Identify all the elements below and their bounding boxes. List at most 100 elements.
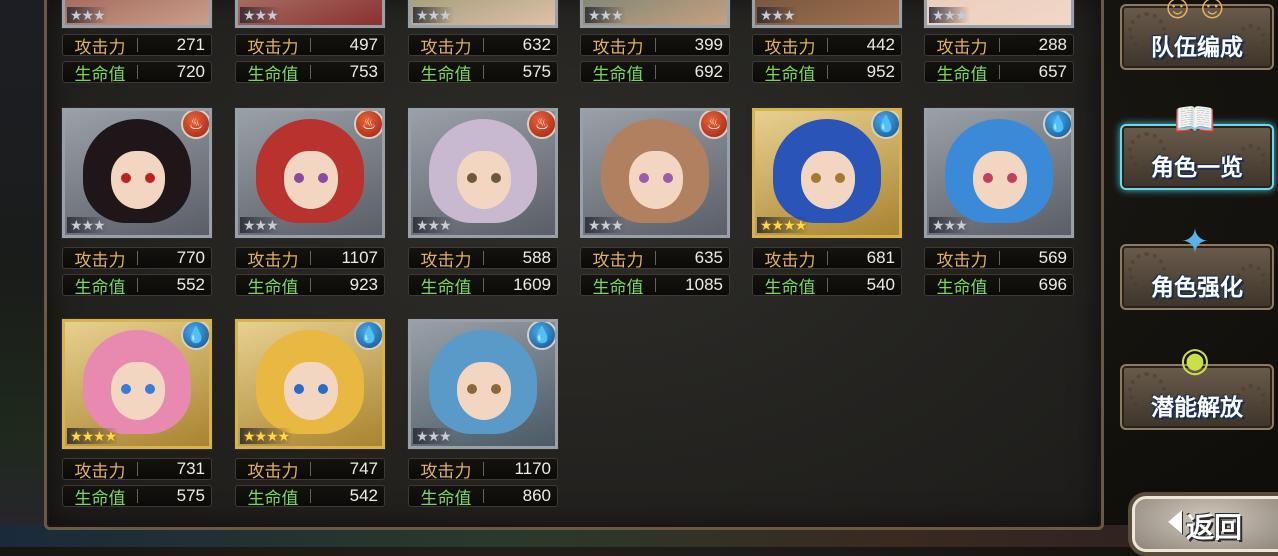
water-element-icon: 💧 [1043,111,1071,139]
character-card[interactable]: ★★★★ 💧 攻击力 747 生命值 542 [235,319,385,509]
character-card[interactable]: ★★★ ♨ 攻击力 1107 生命值 923 [235,108,385,298]
attack-stat: 攻击力 288 [924,34,1074,57]
hp-label: 生命值 [74,64,126,84]
character-portrait[interactable]: ★★★ ♨ [62,108,212,238]
character-card[interactable]: ★★★ ♨ 攻击力 588 生命值 1609 [408,108,558,298]
character-portrait[interactable]: ★★★★ 💧 [235,319,385,449]
character-portrait[interactable]: ★★★ [752,0,902,28]
hp-stat: 生命值 696 [924,274,1074,297]
attack-stat: 攻击力 399 [580,34,730,57]
attack-value: 632 [522,35,551,54]
rarity-stars: ★★★ [240,217,281,233]
attack-stat: 攻击力 635 [580,247,730,270]
character-card[interactable]: ★★★★ 💧 攻击力 731 生命值 575 [62,319,212,509]
hp-label: 生命值 [936,277,988,297]
character-portrait[interactable]: ★★★ 💧 [408,319,558,449]
back-label: 返回 [1186,512,1243,543]
character-portrait[interactable]: ★★★ [62,0,212,28]
character-card[interactable]: ★★★ 攻击力 271 生命值 720 [62,0,212,84]
rarity-stars: ★★★ [929,7,970,23]
hp-value: 692 [694,62,723,81]
attack-label: 攻击力 [247,250,299,270]
attack-stat: 攻击力 569 [924,247,1074,270]
character-portrait[interactable]: ★★★ [924,0,1074,28]
hp-label: 生命值 [592,64,644,84]
attack-value: 288 [1038,35,1067,54]
hp-stat: 生命值 1609 [408,274,558,297]
attack-value: 747 [349,459,378,478]
rarity-stars: ★★★ [67,7,108,23]
hp-value: 575 [176,486,205,505]
rarity-stars: ★★★★ [67,428,120,444]
hp-stat: 生命值 552 [62,274,212,297]
hp-label: 生命值 [247,488,299,508]
character-portrait[interactable]: ★★★ ♨ [235,108,385,238]
attack-stat: 攻击力 497 [235,34,385,57]
fire-element-icon: ♨ [527,111,555,139]
hp-value: 575 [522,62,551,81]
water-element-icon: 💧 [181,322,209,350]
rarity-stars: ★★★ [240,7,281,23]
hp-value: 923 [349,275,378,294]
water-element-icon: 💧 [354,322,382,350]
attack-label: 攻击力 [247,461,299,481]
hp-label: 生命值 [247,277,299,297]
attack-label: 攻击力 [247,37,299,57]
character-portrait[interactable]: ★★★★ 💧 [752,108,902,238]
attack-label: 攻击力 [420,250,472,270]
attack-value: 588 [522,248,551,267]
character-portrait[interactable]: ★★★★ 💧 [62,319,212,449]
character-card[interactable]: ★★★ 💧 攻击力 569 生命值 696 [924,108,1074,298]
character-card[interactable]: ★★★ 💧 攻击力 1170 生命值 860 [408,319,558,509]
character-portrait[interactable]: ★★★ [408,0,558,28]
enhance-card-icon: ✦ [1180,223,1210,261]
attack-value: 569 [1038,248,1067,267]
back-button[interactable]: 返回 [1128,492,1278,556]
character-card[interactable]: ★★★ 攻击力 632 生命值 575 [408,0,558,84]
hp-label: 生命值 [592,277,644,297]
hp-stat: 生命值 657 [924,61,1074,84]
attack-label: 攻击力 [74,461,126,481]
character-card[interactable]: ★★★ ♨ 攻击力 770 生命值 552 [62,108,212,298]
hp-value: 1085 [685,275,723,294]
hp-stat: 生命值 1085 [580,274,730,297]
attack-label: 攻击力 [592,37,644,57]
character-portrait[interactable]: ★★★ [235,0,385,28]
attack-label: 攻击力 [420,37,472,57]
character-card[interactable]: ★★★ 攻击力 399 生命值 692 [580,0,730,84]
attack-stat: 攻击力 747 [235,458,385,481]
hp-label: 生命值 [74,488,126,508]
hp-value: 952 [866,62,895,81]
attack-value: 1107 [341,248,378,267]
background-left [0,0,46,547]
attack-label: 攻击力 [936,250,988,270]
attack-value: 442 [866,35,895,54]
rarity-stars: ★★★ [757,7,798,23]
rarity-stars: ★★★ [67,217,108,233]
attack-value: 770 [176,248,205,267]
character-card[interactable]: ★★★★ 💧 攻击力 681 生命值 540 [752,108,902,298]
hp-stat: 生命值 575 [408,61,558,84]
rarity-stars: ★★★★ [240,428,293,444]
hp-stat: 生命值 542 [235,485,385,508]
rarity-stars: ★★★ [413,7,454,23]
character-portrait[interactable]: ★★★ 💧 [924,108,1074,238]
attack-value: 681 [866,248,895,267]
rarity-stars: ★★★ [413,428,454,444]
character-card[interactable]: ★★★ ♨ 攻击力 635 生命值 1085 [580,108,730,298]
rarity-stars: ★★★ [585,7,626,23]
character-portrait[interactable]: ★★★ [580,0,730,28]
character-portrait[interactable]: ★★★ ♨ [580,108,730,238]
attack-value: 635 [694,248,723,267]
hp-stat: 生命值 575 [62,485,212,508]
character-portrait[interactable]: ★★★ ♨ [408,108,558,238]
character-card[interactable]: ★★★ 攻击力 288 生命值 657 [924,0,1074,84]
hp-value: 542 [349,486,378,505]
hp-label: 生命值 [420,277,472,297]
party-characters-icon: ☺☺ [1160,0,1230,26]
hp-value: 540 [866,275,895,294]
character-card[interactable]: ★★★ 攻击力 497 生命值 753 [235,0,385,84]
attack-value: 271 [176,35,205,54]
character-card[interactable]: ★★★ 攻击力 442 生命值 952 [752,0,902,84]
attack-stat: 攻击力 588 [408,247,558,270]
